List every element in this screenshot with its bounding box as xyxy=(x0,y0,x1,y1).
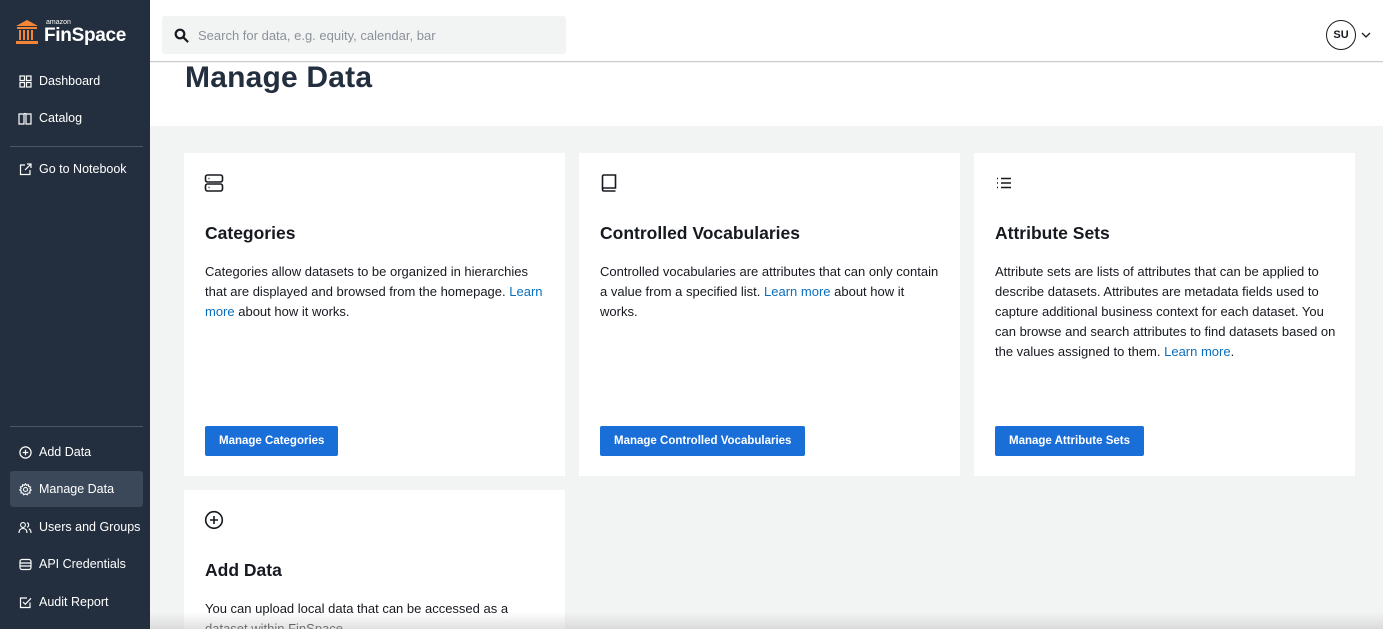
scroll-fade xyxy=(150,612,1383,629)
card-description-text: Categories allow datasets to be organize… xyxy=(205,264,529,299)
top-bar: SU xyxy=(150,0,1383,62)
sidebar-item-label: API Credentials xyxy=(39,557,126,571)
users-icon xyxy=(18,520,32,534)
sidebar-item-label: Dashboard xyxy=(39,74,101,88)
list-icon xyxy=(994,173,1014,193)
card-title: Controlled Vocabularies xyxy=(600,223,800,243)
card-description: Attribute sets are lists of attributes t… xyxy=(995,262,1340,362)
page-header: Manage Data xyxy=(150,61,1383,126)
card-title: Add Data xyxy=(205,560,282,580)
card-title: Attribute Sets xyxy=(995,223,1110,243)
learn-more-link[interactable]: Learn more xyxy=(764,284,830,299)
sidebar-item-label: Users and Groups xyxy=(39,520,141,534)
book-icon xyxy=(599,173,619,193)
search-box[interactable] xyxy=(162,16,566,54)
finspace-logo-icon xyxy=(14,19,40,45)
sidebar-item-catalog[interactable]: Catalog xyxy=(10,100,143,136)
sidebar-item-audit-report[interactable]: Audit Report xyxy=(10,584,143,620)
gear-icon xyxy=(18,482,32,496)
sidebar-item-add-data[interactable]: Add Data xyxy=(10,434,143,470)
sidebar: amazon FinSpace Dashboard Catalog Go to … xyxy=(0,0,150,629)
card-description: Controlled vocabularies are attributes t… xyxy=(600,262,945,322)
external-link-icon xyxy=(18,162,32,176)
database-icon xyxy=(18,557,32,571)
checkbox-report-icon xyxy=(18,595,32,609)
sidebar-item-label: Go to Notebook xyxy=(39,162,127,176)
plus-circle-icon xyxy=(18,445,32,459)
card-description-text: about how it works. xyxy=(234,304,350,319)
sidebar-item-users-and-groups[interactable]: Users and Groups xyxy=(10,509,143,545)
sidebar-item-dashboard[interactable]: Dashboard xyxy=(10,63,143,99)
sidebar-item-label: Add Data xyxy=(39,445,92,459)
sidebar-item-label: Manage Data xyxy=(39,482,115,496)
plus-circle-icon xyxy=(204,510,224,530)
card-description-text: . xyxy=(1230,344,1235,359)
avatar[interactable]: SU xyxy=(1326,20,1356,50)
finspace-logo[interactable]: amazon FinSpace xyxy=(14,14,126,50)
server-icon xyxy=(204,173,224,193)
user-menu[interactable]: SU xyxy=(1326,20,1371,50)
sidebar-item-manage-data[interactable]: Manage Data xyxy=(10,471,143,507)
page-title: Manage Data xyxy=(185,61,373,94)
search-input[interactable] xyxy=(198,27,558,43)
controlled-vocabularies-card: Controlled Vocabularies Controlled vocab… xyxy=(579,153,960,476)
attribute-sets-card: Attribute Sets Attribute sets are lists … xyxy=(974,153,1355,476)
manage-categories-button[interactable]: Manage Categories xyxy=(205,426,339,456)
search-icon xyxy=(174,28,189,43)
manage-controlled-vocabularies-button[interactable]: Manage Controlled Vocabularies xyxy=(600,426,806,456)
sidebar-divider xyxy=(10,146,143,147)
sidebar-item-api-credentials[interactable]: API Credentials xyxy=(10,546,143,582)
card-title: Categories xyxy=(205,223,296,243)
sidebar-item-label: Catalog xyxy=(39,111,83,125)
manage-attribute-sets-button[interactable]: Manage Attribute Sets xyxy=(995,426,1144,456)
logo-finspace-text: FinSpace xyxy=(44,25,127,46)
book-open-icon xyxy=(18,111,32,125)
dashboard-icon xyxy=(18,74,32,88)
chevron-down-icon[interactable] xyxy=(1361,32,1371,38)
sidebar-item-label: Audit Report xyxy=(39,595,109,609)
add-data-card: Add Data You can upload local data that … xyxy=(184,490,565,629)
sidebar-divider xyxy=(10,426,143,427)
learn-more-link[interactable]: Learn more xyxy=(1164,344,1230,359)
card-description: Categories allow datasets to be organize… xyxy=(205,262,550,322)
sidebar-item-go-to-notebook[interactable]: Go to Notebook xyxy=(10,151,143,187)
categories-card: Categories Categories allow datasets to … xyxy=(184,153,565,476)
